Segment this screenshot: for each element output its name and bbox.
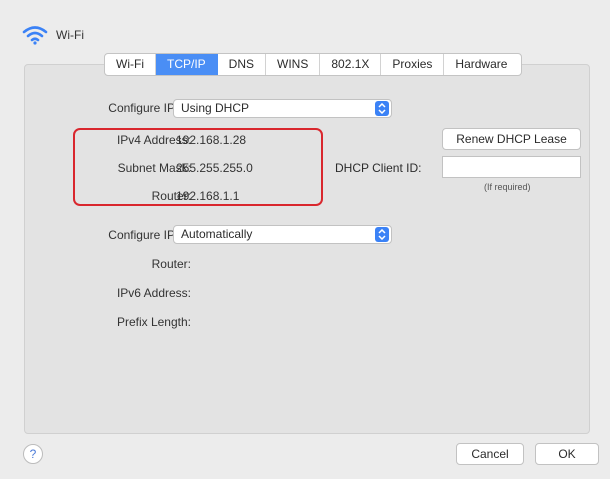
dhcp-client-id-label: DHCP Client ID: [335,161,422,175]
prefix-length-label: Prefix Length: [116,315,191,329]
ipv6-router-label: Router: [151,257,191,271]
configure-ipv4-select[interactable]: Using DHCP [173,99,392,118]
configure-ipv6-label: Configure IPv6: [108,228,191,242]
configure-ipv6-value: Automatically [181,227,253,241]
configure-ipv6-select[interactable]: Automatically [173,225,392,244]
wifi-icon [22,26,48,45]
configure-ipv4-label: Configure IPv4: [108,101,191,115]
tab-hardware[interactable]: Hardware [444,54,521,75]
tab-wins[interactable]: WINS [266,54,321,75]
dhcp-client-id-field[interactable] [442,156,581,178]
chevron-updown-icon [375,101,389,116]
help-button[interactable]: ? [23,444,43,464]
tab-dns[interactable]: DNS [218,54,266,75]
renew-dhcp-lease-button[interactable]: Renew DHCP Lease [442,128,581,150]
configure-ipv4-value: Using DHCP [181,101,250,115]
tab-proxies[interactable]: Proxies [381,54,445,75]
window-title: Wi-Fi [56,28,84,42]
cancel-button[interactable]: Cancel [456,443,524,465]
tab-bar: Wi-Fi TCP/IP DNS WINS 802.1X Proxies Har… [104,53,523,76]
ipv4-highlight-box [73,128,323,206]
ipv6-address-label: IPv6 Address: [116,286,191,300]
window-header: Wi-Fi [22,20,84,50]
tab-tcp-ip[interactable]: TCP/IP [155,54,218,75]
ok-button[interactable]: OK [535,443,599,465]
tab-8021x[interactable]: 802.1X [320,54,382,75]
tcp-ip-panel: Configure IPv4: Using DHCP IPv4 Address:… [24,64,590,434]
chevron-updown-icon [375,227,389,242]
dhcp-client-id-hint: (If required) [484,182,531,192]
tab-wifi[interactable]: Wi-Fi [105,54,156,75]
